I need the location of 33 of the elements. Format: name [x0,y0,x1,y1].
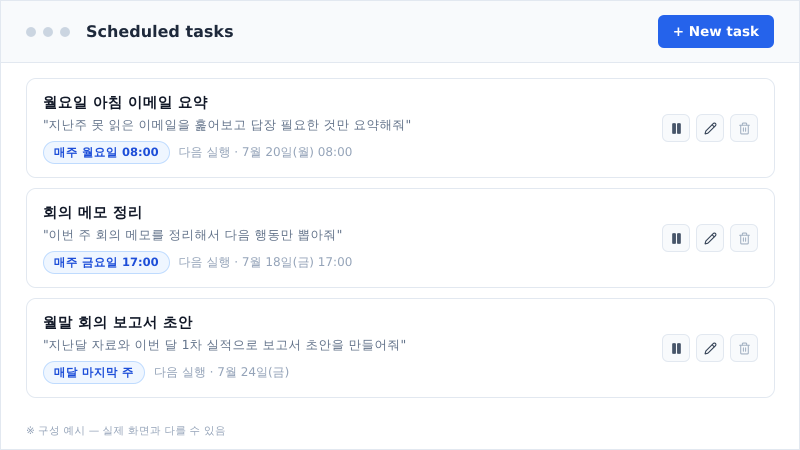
footer-note: ※ 구성 예시 — 실제 화면과 다를 수 있음 [26,425,226,437]
task-title: 월요일 아침 이메일 요약 [43,94,210,112]
pencil-icon [704,232,716,244]
window-dot [26,26,36,36]
schedule-tag: 매달 마지막 주 [43,360,146,384]
next-run-text: 다음 실행 · 7월 18일(금) 17:00 [178,254,352,270]
edit-button[interactable] [696,114,724,142]
edit-button[interactable] [696,334,724,362]
pause-button[interactable] [662,224,690,252]
window-title: Scheduled tasks [86,22,235,41]
schedule-tag: 매주 월요일 08:00 [43,140,170,164]
new-task-button[interactable]: + New task [658,15,774,48]
pencil-icon [704,342,716,354]
pause-button[interactable] [662,334,690,362]
trash-icon [738,232,750,244]
pause-button[interactable] [662,114,690,142]
pause-icon [670,342,682,354]
trash-icon [738,122,750,134]
edit-button[interactable] [696,224,724,252]
task-prompt: "지난주 못 읽은 이메일을 훑어보고 답장 필요한 것만 요약해줘" [43,116,412,134]
next-run-text: 다음 실행 · 7월 20일(월) 08:00 [178,144,352,160]
window-dot [43,26,53,36]
next-run-text: 다음 실행 · 7월 24일(금) [154,364,290,380]
pencil-icon [704,122,716,134]
trash-icon [738,342,750,354]
pause-icon [670,232,682,244]
task-prompt: "이번 주 회의 메모를 정리해서 다음 행동만 뽑아줘" [43,226,344,244]
task-title: 월말 회의 보고서 초안 [43,314,194,332]
window-dot [60,26,70,36]
task-prompt: "지난달 자료와 이번 달 1차 실적으로 보고서 초안을 만들어줘" [43,336,408,354]
schedule-tag: 매주 금요일 17:00 [43,250,170,274]
task-title: 회의 메모 정리 [43,204,144,222]
pause-icon [670,122,682,134]
